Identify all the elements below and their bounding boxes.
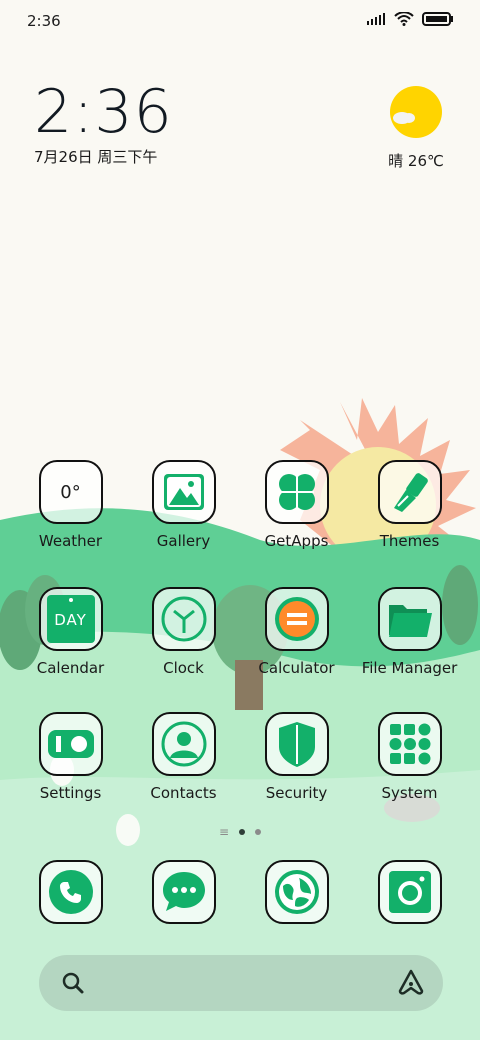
app-themes[interactable]: Themes [353,460,466,550]
app-label-settings: Settings [39,784,102,802]
app-gallery[interactable]: Gallery [127,460,240,550]
clock-widget-date: 7月26日 周三下午 [34,148,158,166]
search-icon[interactable] [61,971,85,999]
app-label-gallery: Gallery [156,532,211,550]
wifi-icon [394,12,414,26]
dock-messages[interactable] [127,860,240,924]
security-icon [264,712,329,776]
browser-icon [264,860,329,924]
calendar-badge: DAY [54,611,87,629]
status-bar: 2:36 [0,0,480,42]
weather-widget[interactable]: 晴 26℃ [388,84,444,171]
app-label-themes: Themes [379,532,440,550]
page-dot [255,829,262,835]
phone-icon [38,860,103,924]
weather-icon: 0° [38,460,103,524]
app-contacts[interactable]: Contacts [127,712,240,802]
contacts-icon [151,712,216,776]
weather-badge: 0° [60,481,81,503]
app-calendar[interactable]: DAY Calendar [14,587,127,677]
dock [0,860,480,928]
camera-icon [377,860,442,924]
page-dot-active [239,829,246,835]
dock-camera[interactable] [353,860,466,924]
app-label-system-folder: System [381,784,438,802]
app-label-contacts: Contacts [150,784,217,802]
battery-icon [422,12,453,26]
system-folder-icon [377,712,442,776]
dock-browser[interactable] [240,860,353,924]
file-manager-icon [377,587,442,651]
page-indicator[interactable]: ≡ [0,825,480,839]
themes-icon [377,460,442,524]
app-label-security: Security [265,784,328,802]
app-file-manager[interactable]: File Manager [353,587,466,677]
app-label-getapps: GetApps [264,532,329,550]
dock-phone[interactable] [14,860,127,924]
app-calculator[interactable]: Calculator [240,587,353,677]
clock-icon [151,587,216,651]
gallery-icon [151,460,216,524]
calendar-icon: DAY [38,587,103,651]
weather-widget-label: 晴 26℃ [388,152,444,170]
settings-icon [38,712,103,776]
messages-icon [151,860,216,924]
app-label-calculator: Calculator [258,659,335,677]
assistant-icon[interactable] [397,968,425,1000]
app-weather[interactable]: 0° Weather [14,460,127,550]
app-label-weather: Weather [38,532,103,550]
search-bar[interactable] [39,955,443,1011]
signal-icon [367,13,385,25]
app-label-file-manager: File Manager [361,659,458,677]
clock-widget-time: 2:36 [34,77,173,147]
app-clock[interactable]: Clock [127,587,240,677]
app-label-calendar: Calendar [36,659,105,677]
app-security[interactable]: Security [240,712,353,802]
app-settings[interactable]: Settings [14,712,127,802]
clock-widget[interactable]: 2:36 7月26日 周三下午 [34,80,173,167]
app-system-folder[interactable]: System [353,712,466,802]
getapps-icon [264,460,329,524]
status-icons [366,12,454,26]
menu-lines-icon: ≡ [218,825,230,839]
status-time: 2:36 [27,12,61,30]
app-getapps[interactable]: GetApps [240,460,353,550]
calculator-icon [264,587,329,651]
sunny-weather-icon [390,86,442,138]
app-label-clock: Clock [163,659,204,677]
